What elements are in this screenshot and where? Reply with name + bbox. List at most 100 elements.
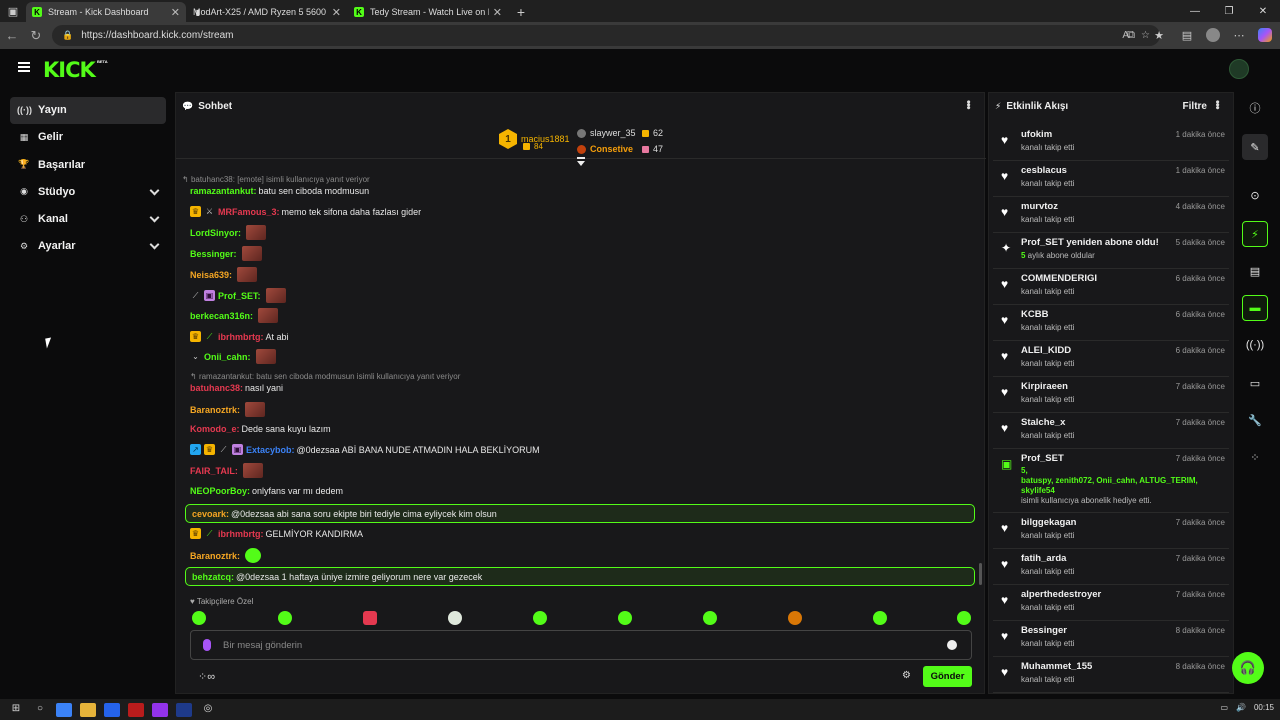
sidebar-item-ayarlar[interactable]: ⚙ Ayarlar (10, 233, 166, 260)
activity-item[interactable]: ♥ Kirpiraeen 7 dakika önce kanalı takip ett… (993, 377, 1229, 413)
copilot-icon[interactable] (1258, 28, 1272, 42)
more-menu-icon[interactable]: ⋯ (1230, 26, 1248, 44)
activity-item[interactable]: ♥ cesblacus 1 dakika önce kanalı takip etti (993, 161, 1229, 197)
back-icon[interactable]: ← (0, 24, 24, 48)
activity-item[interactable]: ♥ murvtoz 4 dakika önce kanalı takip etti (993, 197, 1229, 233)
kick-logo[interactable]: KICK (43, 58, 96, 82)
chat-username[interactable]: Baranoztrk: (190, 405, 240, 415)
collections-icon[interactable]: ▤ (1178, 26, 1196, 44)
wrench-icon[interactable]: 🔧 (1242, 407, 1268, 433)
chat-username[interactable]: ibrhmbrtg: (218, 529, 264, 539)
camera-icon[interactable]: ⊙ (1242, 182, 1268, 208)
edit-pencil-icon[interactable]: ✎ (1242, 134, 1268, 160)
url-field[interactable]: 🔒 https://dashboard.kick.com/stream A ☆ (52, 25, 1160, 46)
chat-scrollbar[interactable] (979, 563, 982, 585)
send-button[interactable]: Gönder (923, 666, 972, 687)
chevron-down-icon[interactable] (149, 185, 160, 196)
chat-username[interactable]: Onii_cahn: (204, 352, 251, 362)
activity-feed-toggle-icon[interactable]: ⚡ (1242, 221, 1268, 247)
activity-item[interactable]: ✦ Prof_SET yeniden abone oldu! 5 dakika ön… (993, 233, 1229, 269)
emote-button[interactable] (873, 611, 887, 625)
chat-username[interactable]: ibrhmbrtg: (218, 332, 264, 342)
activity-item[interactable]: ♥ COMMENDERIGI 6 dakika önce kanalı takip e… (993, 269, 1229, 305)
close-tab-icon[interactable]: ✕ (493, 6, 502, 19)
activity-item[interactable]: ♥ KCBB 6 dakika önce kanalı takip etti (993, 305, 1229, 341)
chat-settings-icon[interactable]: ⚙ (902, 670, 911, 681)
sidebar-item-kanal[interactable]: ⚇ Kanal (10, 206, 166, 233)
opera-icon[interactable] (128, 702, 144, 717)
notes-icon[interactable]: ▤ (1242, 258, 1268, 284)
window-menu-icon[interactable]: ▣ (0, 0, 26, 22)
emote-button[interactable] (363, 611, 377, 625)
extensions-icon[interactable]: ⧉ (1122, 26, 1140, 44)
activity-item[interactable]: ▣ Prof_SET 7 dakika önce 5, batuspy, zenith0… (993, 449, 1229, 513)
chat-username[interactable]: MRFamous_3: (218, 207, 280, 217)
chat-username[interactable]: Komodo_e: (190, 424, 240, 434)
chat-username[interactable]: Baranoztrk: (190, 551, 240, 561)
sidebar-item-yayin[interactable]: ((·)) Yayın (10, 97, 166, 124)
activity-item[interactable]: ♥ ufokim 1 dakika önce kanalı takip etti (993, 125, 1229, 161)
emote-button[interactable] (278, 611, 292, 625)
copilot-taskbar-icon[interactable] (152, 702, 168, 717)
browser-tab-tedy-stream[interactable]: K Tedy Stream - Watch Live on Kick ✕ (348, 2, 508, 22)
chat-username[interactable]: batuhanc38: (190, 383, 243, 393)
sidebar-item-gelir[interactable]: ▦ Gelir (10, 124, 166, 151)
chat-username[interactable]: cevoark: (192, 509, 229, 519)
support-headset-button[interactable]: 🎧 (1232, 652, 1264, 684)
broadcast-icon[interactable]: ((·)) (1242, 332, 1268, 358)
activity-item[interactable]: ♥ Muhammet_155 8 dakika önce kanalı takip e… (993, 657, 1229, 693)
leaderboard-third[interactable]: Consetive (577, 144, 633, 155)
minimize-icon[interactable]: — (1178, 0, 1212, 22)
close-tab-icon[interactable]: ✕ (332, 6, 341, 19)
chat-more-icon[interactable]: ••• (962, 100, 974, 109)
browser-tab-kick-dashboard[interactable]: K Stream - Kick Dashboard ✕ (26, 2, 186, 22)
scroll-down-icon[interactable] (577, 157, 585, 166)
favorites-icon[interactable]: ★ (1150, 26, 1168, 44)
network-icon[interactable]: ▭ (1220, 703, 1228, 712)
refresh-icon[interactable]: ↻ (24, 24, 48, 48)
activity-more-icon[interactable]: ••• (1211, 100, 1223, 109)
activity-item[interactable]: ♥ Stalche_x 7 dakika önce kanalı takip etti (993, 413, 1229, 449)
apps-icon[interactable]: ⁘ (1242, 444, 1268, 470)
chat-toggle-icon[interactable]: ▬ (1242, 295, 1268, 321)
layout-icon[interactable]: ▭ (1242, 370, 1268, 396)
profile-avatar-icon[interactable] (1206, 28, 1220, 42)
obs-icon[interactable]: ◎ (200, 703, 216, 717)
close-window-icon[interactable]: ✕ (1246, 0, 1280, 22)
search-icon[interactable]: ○ (32, 703, 48, 717)
chevron-down-icon[interactable] (149, 212, 160, 223)
emote-button[interactable] (533, 611, 547, 625)
new-tab-button[interactable]: + (509, 2, 533, 22)
activity-item[interactable]: ♥ alperthedestroyer 7 dakika önce kanalı ta… (993, 585, 1229, 621)
filter-button[interactable]: Filtre (1183, 101, 1207, 112)
volume-icon[interactable]: 🔊 (1236, 703, 1246, 712)
clock[interactable]: 00:15 (1254, 703, 1274, 712)
chat-username[interactable]: Prof_SET: (218, 291, 261, 301)
chat-username[interactable]: Bessinger: (190, 249, 237, 259)
outlook-icon[interactable] (104, 702, 120, 717)
emoji-picker-icon[interactable] (947, 640, 957, 650)
chat-username[interactable]: Extacybob: (246, 445, 295, 455)
chat-username[interactable]: berkecan316n: (190, 311, 253, 321)
leaderboard-second[interactable]: slaywer_35 (577, 128, 636, 139)
emote-button[interactable] (192, 611, 206, 625)
activity-item[interactable]: ♥ ALEI_KIDD 6 dakika önce kanalı takip etti (993, 341, 1229, 377)
edge-icon[interactable] (56, 702, 72, 717)
emote-button[interactable] (618, 611, 632, 625)
emote-button[interactable] (788, 611, 802, 625)
chat-username[interactable]: ramazantankut: (190, 186, 257, 196)
activity-item[interactable]: ♥ Bessinger 8 dakika önce kanalı takip etti (993, 621, 1229, 657)
file-explorer-icon[interactable] (80, 702, 96, 717)
sidebar-item-basarilar[interactable]: 🏆 Başarılar (10, 151, 166, 178)
infinity-icon[interactable]: ⁘∞ (198, 670, 215, 683)
app-icon[interactable] (176, 702, 192, 717)
emote-button[interactable] (703, 611, 717, 625)
chat-username[interactable]: Neisa639: (190, 270, 232, 280)
emote-button[interactable] (448, 611, 462, 625)
chat-message-input[interactable]: Bir mesaj gönderin (190, 630, 972, 660)
browser-tab-modart[interactable]: ▮ ModArt-X25 / AMD Ryzen 5 5600 ✕ (187, 2, 347, 22)
activity-item[interactable]: ♥ fatih_arda 7 dakika önce kanalı takip ett… (993, 549, 1229, 585)
maximize-icon[interactable]: ❐ (1212, 0, 1246, 22)
user-avatar[interactable] (1229, 59, 1249, 79)
activity-item[interactable]: ♥ bilggekagan 7 dakika önce kanalı takip et… (993, 513, 1229, 549)
